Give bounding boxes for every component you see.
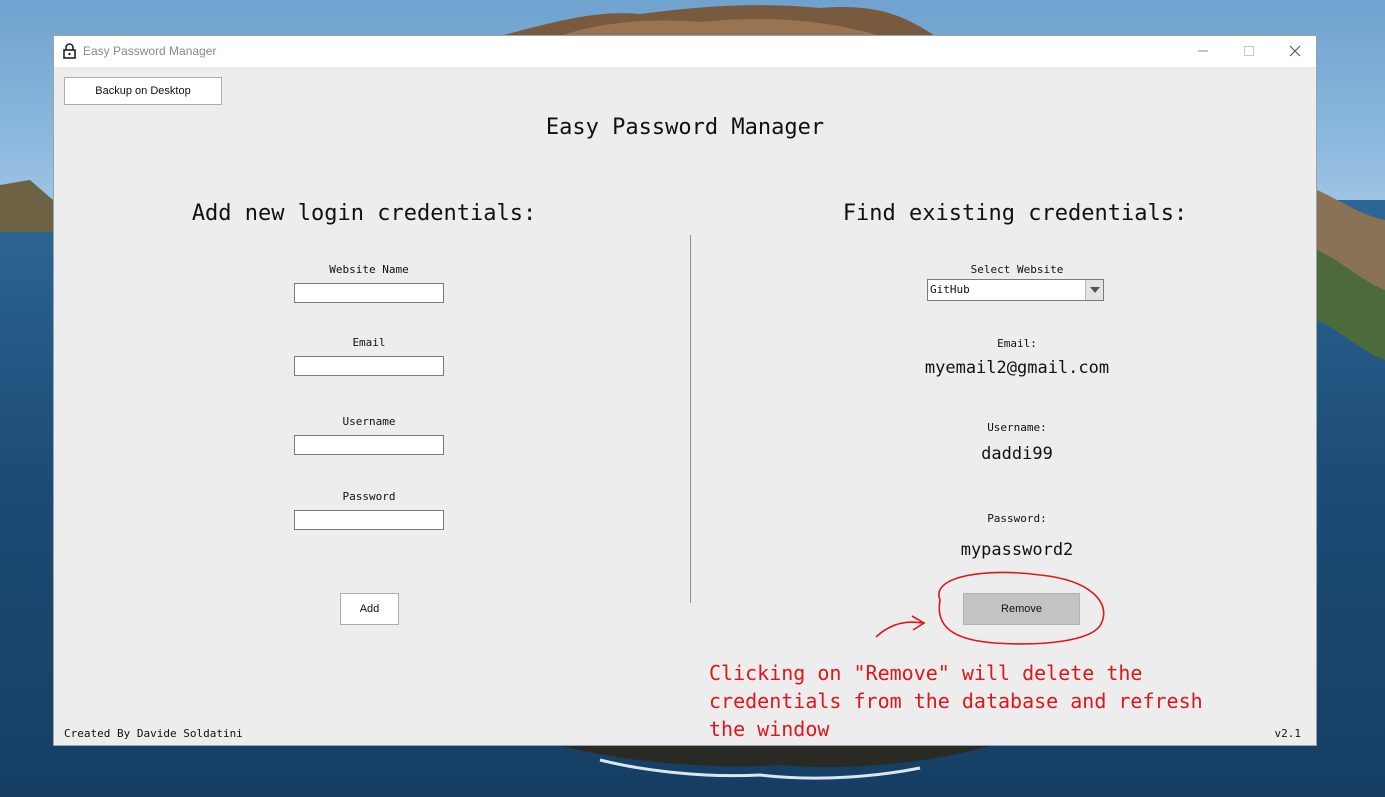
website-select-value: GitHub (930, 283, 970, 296)
find-section-title: Find existing credentials: (842, 201, 1188, 226)
chevron-down-icon (1090, 287, 1100, 293)
close-button[interactable] (1272, 36, 1318, 66)
app-window: Easy Password Manager Backup on Desktop … (53, 35, 1317, 746)
username-label: Username (342, 415, 396, 428)
email-result-value: myemail2@gmail.com (924, 358, 1110, 378)
dropdown-arrow-button[interactable] (1085, 280, 1103, 300)
email-label: Email (352, 336, 386, 349)
annotation-line: credentials from the database and refres… (709, 689, 1203, 713)
add-section-title: Add new login credentials: (191, 201, 537, 226)
password-input[interactable] (294, 510, 444, 530)
password-result-value: mypassword2 (960, 540, 1074, 560)
password-result-label: Password: (987, 512, 1047, 525)
minimize-button[interactable] (1180, 36, 1226, 66)
email-result-label: Email: (997, 337, 1037, 350)
annotation-line: Clicking on "Remove" will delete the (709, 661, 1143, 685)
lock-icon (63, 43, 76, 59)
maximize-button[interactable] (1226, 36, 1272, 66)
username-input[interactable] (294, 435, 444, 455)
window-title: Easy Password Manager (83, 44, 217, 58)
email-input[interactable] (294, 356, 444, 376)
maximize-icon (1244, 46, 1254, 56)
website-name-label: Website Name (329, 263, 409, 276)
close-icon (1289, 45, 1301, 57)
window-content: Backup on Desktop Easy Password Manager … (54, 67, 1316, 745)
website-select[interactable]: GitHub (927, 279, 1104, 301)
website-name-input[interactable] (294, 283, 444, 303)
footer-credit: Created By Davide Soldatini (64, 727, 243, 740)
remove-button[interactable]: Remove (963, 593, 1080, 625)
minimize-icon (1198, 50, 1208, 52)
annotation-text: Clicking on "Remove" will delete the cre… (709, 659, 1269, 743)
username-result-label: Username: (987, 421, 1047, 434)
password-label: Password (342, 490, 396, 503)
username-result-value: daddi99 (981, 444, 1053, 464)
annotation-line: the window (709, 717, 830, 741)
section-divider (690, 235, 691, 603)
select-website-label: Select Website (970, 263, 1064, 276)
add-button[interactable]: Add (340, 593, 399, 625)
page-title: Easy Password Manager (545, 115, 825, 140)
backup-button[interactable]: Backup on Desktop (64, 77, 222, 105)
title-bar[interactable]: Easy Password Manager (54, 36, 1316, 67)
footer-version: v2.1 (1274, 727, 1302, 740)
